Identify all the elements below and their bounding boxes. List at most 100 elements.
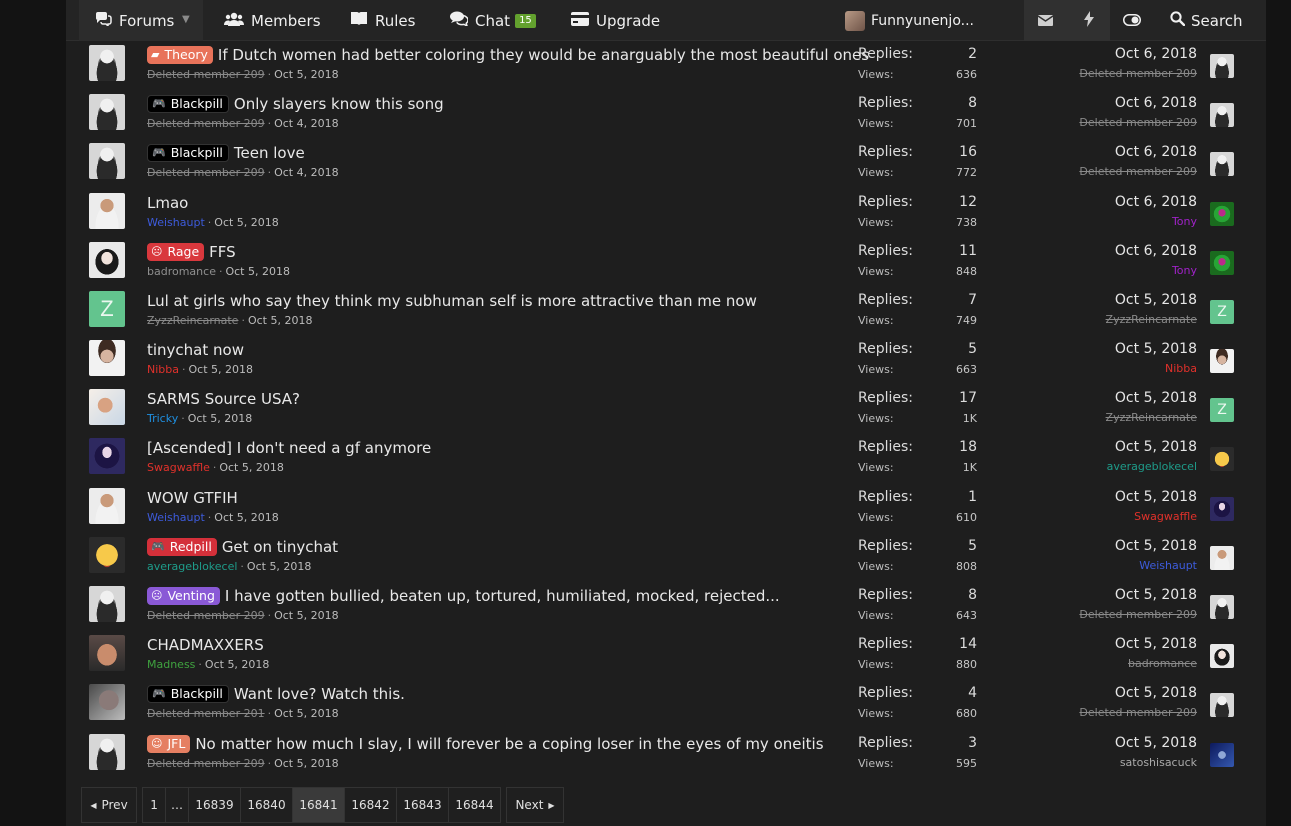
thread-prefix-badge[interactable]: ☹ Venting — [147, 587, 220, 605]
last-post-date[interactable]: Oct 5, 2018 — [1115, 587, 1197, 603]
thread-row[interactable]: 🎮 Blackpill Teen love Deleted member 209 · Oc… — [66, 139, 1266, 188]
thread-start-date[interactable]: Oct 5, 2018 — [205, 658, 270, 671]
thread-author-link[interactable]: ZyzzReincarnate — [147, 314, 238, 327]
thread-author-link[interactable]: Deleted member 209 — [147, 117, 265, 130]
thread-start-date[interactable]: Oct 5, 2018 — [274, 68, 339, 81]
thread-row[interactable]: ☺ JFL No matter how much I slay, I will fo… — [66, 730, 1266, 779]
last-post-user[interactable]: ZyzzReincarnate — [1106, 411, 1197, 424]
last-post-date[interactable]: Oct 6, 2018 — [1115, 194, 1197, 210]
page-ellipsis[interactable]: … — [165, 787, 189, 823]
last-post-user[interactable]: Deleted member 209 — [1079, 165, 1197, 178]
avatar[interactable] — [89, 537, 125, 573]
thread-title-link[interactable]: Lmao — [147, 194, 188, 212]
avatar[interactable] — [89, 143, 125, 179]
thread-start-date[interactable]: Oct 4, 2018 — [274, 166, 339, 179]
thread-start-date[interactable]: Oct 5, 2018 — [274, 609, 339, 622]
avatar[interactable] — [1210, 251, 1234, 275]
last-post-date[interactable]: Oct 6, 2018 — [1115, 243, 1197, 259]
avatar[interactable] — [1210, 595, 1234, 619]
tab-forums[interactable]: Forums ▼ — [79, 0, 203, 41]
thread-prefix-badge[interactable]: ☺ JFL — [147, 735, 191, 753]
last-post-user[interactable]: averageblokecel — [1107, 460, 1197, 473]
thread-row[interactable]: 🎮 Blackpill Only slayers know this song Del… — [66, 90, 1266, 139]
avatar[interactable]: Z — [1210, 398, 1234, 422]
avatar[interactable] — [89, 45, 125, 81]
last-post-user[interactable]: ZyzzReincarnate — [1106, 313, 1197, 326]
avatar[interactable] — [89, 684, 125, 720]
last-post-user[interactable]: Swagwaffle — [1134, 510, 1197, 523]
avatar[interactable] — [1210, 447, 1234, 471]
avatar[interactable] — [89, 586, 125, 622]
thread-author-link[interactable]: Weishaupt — [147, 511, 205, 524]
thread-title-link[interactable]: tinychat now — [147, 341, 244, 359]
thread-author-link[interactable]: Deleted member 209 — [147, 166, 265, 179]
thread-row[interactable]: SARMS Source USA? Tricky · Oct 5, 2018 Repli… — [66, 385, 1266, 434]
avatar[interactable]: Z — [1210, 300, 1234, 324]
last-post-date[interactable]: Oct 6, 2018 — [1115, 46, 1197, 62]
thread-author-link[interactable]: Deleted member 201 — [147, 707, 265, 720]
avatar[interactable] — [89, 94, 125, 130]
avatar[interactable] — [1210, 103, 1234, 127]
avatar[interactable] — [89, 438, 125, 474]
thread-author-link[interactable]: Weishaupt — [147, 216, 205, 229]
thread-row[interactable]: ☹ Rage FFS badromance · Oct 5, 2018 Replies: 11… — [66, 238, 1266, 287]
thread-author-link[interactable]: Nibba — [147, 363, 179, 376]
thread-author-link[interactable]: Deleted member 209 — [147, 757, 265, 770]
last-post-user[interactable]: Nibba — [1165, 362, 1197, 375]
thread-author-link[interactable]: Tricky — [147, 412, 178, 425]
thread-row[interactable]: ▰ Theory If Dutch women had better colorin… — [66, 41, 1266, 90]
last-post-date[interactable]: Oct 5, 2018 — [1115, 439, 1197, 455]
thread-row[interactable]: tinychat now Nibba · Oct 5, 2018 Replies: 5 Vi… — [66, 336, 1266, 385]
avatar[interactable] — [89, 389, 125, 425]
thread-author-link[interactable]: Deleted member 209 — [147, 68, 265, 81]
thread-author-link[interactable]: badromance — [147, 265, 216, 278]
page-link[interactable]: 16840 — [240, 787, 293, 823]
thread-start-date[interactable]: Oct 5, 2018 — [189, 363, 254, 376]
inbox-button[interactable] — [1024, 0, 1067, 41]
last-post-user[interactable]: satoshisacuck — [1120, 756, 1197, 769]
thread-start-date[interactable]: Oct 5, 2018 — [274, 707, 339, 720]
thread-prefix-badge[interactable]: ☹ Rage — [147, 243, 205, 261]
avatar[interactable] — [1210, 202, 1234, 226]
thread-prefix-badge[interactable]: 🎮 Blackpill — [147, 685, 229, 703]
thread-title-link[interactable]: SARMS Source USA? — [147, 390, 300, 408]
thread-title-link[interactable]: [Ascended] I don't need a gf anymore — [147, 439, 431, 457]
last-post-date[interactable]: Oct 6, 2018 — [1115, 144, 1197, 160]
page-link[interactable]: 16844 — [448, 787, 501, 823]
thread-start-date[interactable]: Oct 4, 2018 — [274, 117, 339, 130]
avatar[interactable] — [1210, 152, 1234, 176]
avatar[interactable] — [89, 340, 125, 376]
page-link-current[interactable]: 16841 — [292, 787, 345, 823]
thread-title-link[interactable]: FFS — [209, 243, 236, 261]
thread-prefix-badge[interactable]: ▰ Theory — [147, 46, 213, 64]
thread-author-link[interactable]: Swagwaffle — [147, 461, 210, 474]
thread-title-link[interactable]: No matter how much I slay, I will foreve… — [195, 735, 823, 753]
thread-start-date[interactable]: Oct 5, 2018 — [247, 560, 312, 573]
avatar[interactable]: Z — [89, 291, 125, 327]
search-button[interactable]: Search — [1170, 0, 1243, 41]
page-link[interactable]: 16839 — [188, 787, 241, 823]
last-post-user[interactable]: Deleted member 209 — [1079, 706, 1197, 719]
user-menu[interactable]: Funnyunenjo... — [843, 0, 979, 41]
thread-author-link[interactable]: averageblokecel — [147, 560, 237, 573]
avatar[interactable] — [1210, 546, 1234, 570]
thread-row[interactable]: WOW GTFIH Weishaupt · Oct 5, 2018 Replies: 1 V… — [66, 484, 1266, 533]
thread-start-date[interactable]: Oct 5, 2018 — [214, 511, 279, 524]
last-post-date[interactable]: Oct 5, 2018 — [1115, 538, 1197, 554]
last-post-user[interactable]: Deleted member 209 — [1079, 67, 1197, 80]
style-toggle-button[interactable] — [1110, 0, 1153, 41]
thread-start-date[interactable]: Oct 5, 2018 — [219, 461, 284, 474]
avatar[interactable] — [1210, 497, 1234, 521]
avatar[interactable] — [1210, 349, 1234, 373]
chevron-down-icon[interactable]: ▼ — [182, 14, 190, 25]
thread-start-date[interactable]: Oct 5, 2018 — [225, 265, 290, 278]
thread-row[interactable]: [Ascended] I don't need a gf anymore Swag… — [66, 434, 1266, 483]
avatar[interactable] — [89, 488, 125, 524]
thread-prefix-badge[interactable]: 🎮 Redpill — [147, 538, 217, 556]
prev-page-button[interactable]: ◀ Prev — [81, 787, 137, 823]
last-post-user[interactable]: Tony — [1172, 264, 1197, 277]
last-post-user[interactable]: Deleted member 209 — [1079, 116, 1197, 129]
thread-title-link[interactable]: CHADMAXXERS — [147, 636, 264, 654]
tab-upgrade[interactable]: Upgrade — [571, 0, 660, 41]
thread-title-link[interactable]: Teen love — [234, 144, 305, 162]
